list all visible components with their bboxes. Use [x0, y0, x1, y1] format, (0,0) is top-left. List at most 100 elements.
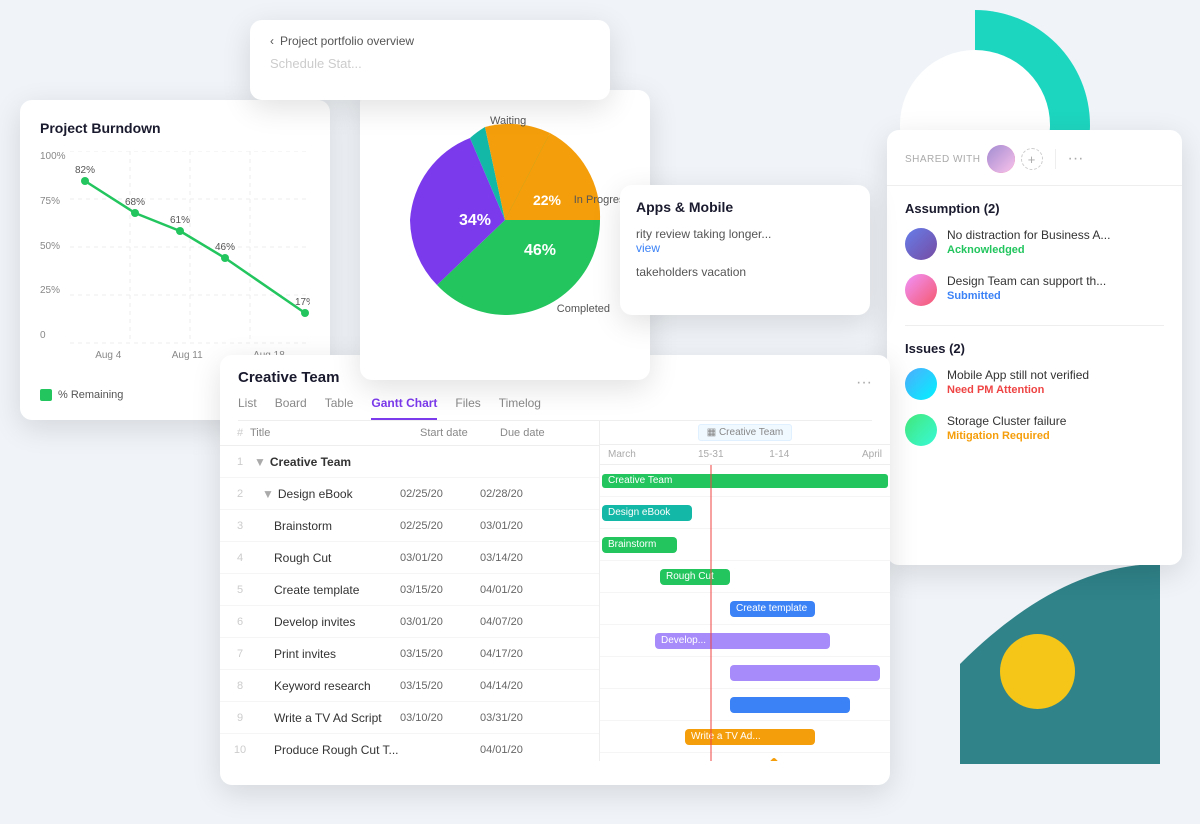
bar-create-template: Create template	[730, 601, 815, 617]
svg-text:68%: 68%	[125, 197, 145, 208]
pie-card: 34% 46% 22% Waiting In Progress Complete…	[360, 90, 650, 380]
assumption-2-status: Submitted	[947, 290, 1164, 302]
gantt-row-7: 7 Print invites 03/15/20 04/17/20	[220, 638, 599, 670]
gantt-bar-row-4: Rough Cut	[600, 561, 890, 593]
issue-1-text: Mobile App still not verified Need PM At…	[947, 368, 1164, 396]
gantt-more-button[interactable]: ···	[856, 374, 872, 392]
yellow-circle-decoration	[1000, 634, 1075, 709]
issue-2-status: Mitigation Required	[947, 430, 1164, 442]
notification-2: takeholders vacation	[636, 265, 854, 279]
assumption-item-1: No distraction for Business A... Acknowl…	[905, 228, 1164, 260]
pie-label-waiting: Waiting	[490, 115, 526, 127]
milestone-diamond	[761, 757, 786, 761]
gantt-bar-row-2: Design eBook	[600, 497, 890, 529]
shared-with-label: SHARED WITH	[905, 154, 981, 165]
gantt-tabs: List Board Table Gantt Chart Files Timel…	[238, 396, 872, 421]
notifications-card: Apps & Mobile rity review taking longer.…	[620, 185, 870, 315]
tab-list[interactable]: List	[238, 396, 257, 420]
pie-chart: 34% 46% 22% Waiting In Progress Complete…	[395, 110, 615, 330]
bar-tv-ad-script: Write a TV Ad...	[685, 729, 815, 745]
issue-2-title: Storage Cluster failure	[947, 414, 1164, 428]
divider	[1055, 149, 1056, 169]
assumption-1-status: Acknowledged	[947, 244, 1164, 256]
gantt-bar-row-5: Create template	[600, 593, 890, 625]
gantt-row-4: 4 Rough Cut 03/01/20 03/14/20	[220, 542, 599, 574]
gantt-task-list: # Title Start date Due date 1 ▼Creative …	[220, 421, 600, 761]
tab-files[interactable]: Files	[455, 396, 480, 420]
issues-title: Issues (2)	[905, 341, 1164, 356]
gantt-bar-row-3: Brainstorm	[600, 529, 890, 561]
y-axis-labels: 100% 75% 50% 25% 0	[40, 151, 66, 341]
gantt-bar-row-8	[600, 689, 890, 721]
gantt-col-headers: # Title Start date Due date	[220, 421, 599, 446]
gantt-bar-row-1: Creative Team	[600, 465, 890, 497]
bar-develop-invites: Develop...	[655, 633, 830, 649]
svg-text:17%: 17%	[295, 297, 310, 308]
bar-brainstorm: Brainstorm	[602, 537, 677, 553]
tab-board[interactable]: Board	[275, 396, 307, 420]
gantt-row-3: 3 Brainstorm 02/25/20 03/01/20	[220, 510, 599, 542]
col-due: Due date	[500, 427, 580, 439]
issue-1-status: Need PM Attention	[947, 384, 1164, 396]
svg-text:46%: 46%	[524, 242, 556, 259]
apps-panel-card: SHARED WITH + ··· Assumption (2) No dist…	[887, 130, 1182, 565]
svg-text:34%: 34%	[459, 212, 491, 229]
issue-2-text: Storage Cluster failure Mitigation Requi…	[947, 414, 1164, 442]
gantt-bars-panel: ▦ Creative Team March 15-31 1-14 April C…	[600, 421, 890, 761]
assumption-section: Assumption (2) No distraction for Busine…	[887, 186, 1182, 325]
gantt-bar-row-10	[600, 753, 890, 761]
portfolio-back-label: Project portfolio overview	[280, 34, 414, 48]
avatar-issue-1	[905, 368, 937, 400]
timeline-header: ▦ Creative Team	[600, 421, 890, 445]
gantt-bar-row-7	[600, 657, 890, 689]
tab-table[interactable]: Table	[325, 396, 354, 420]
gantt-bar-row-6: Develop...	[600, 625, 890, 657]
notification-1-link[interactable]: view	[636, 241, 854, 255]
avatar-issue-2	[905, 414, 937, 446]
issues-section: Issues (2) Mobile App still not verified…	[887, 326, 1182, 465]
bar-design-ebook: Design eBook	[602, 505, 692, 521]
col-title: Title	[250, 427, 420, 439]
issue-item-2: Storage Cluster failure Mitigation Requi…	[905, 414, 1164, 446]
add-user-button[interactable]: +	[1021, 148, 1043, 170]
gantt-row-9: 9 Write a TV Ad Script 03/10/20 03/31/20	[220, 702, 599, 734]
portfolio-back-nav[interactable]: ‹ Project portfolio overview	[270, 34, 590, 48]
more-options-button[interactable]: ···	[1068, 150, 1084, 168]
avatar-user	[987, 145, 1015, 173]
bar-print-invites	[730, 665, 880, 681]
pie-label-completed: Completed	[557, 303, 610, 315]
avatar-assumption-1	[905, 228, 937, 260]
gantt-row-8: 8 Keyword research 03/15/20 04/14/20	[220, 670, 599, 702]
svg-text:22%: 22%	[533, 192, 562, 208]
today-line	[710, 465, 712, 761]
apps-panel-header: SHARED WITH + ···	[887, 130, 1182, 186]
assumption-1-title: No distraction for Business A...	[947, 228, 1164, 242]
legend-dot	[40, 389, 52, 401]
burndown-chart: 100% 75% 50% 25% 0	[40, 151, 310, 381]
gantt-bar-row-9: Write a TV Ad...	[600, 721, 890, 753]
tab-gantt-chart[interactable]: Gantt Chart	[371, 396, 437, 420]
tab-timelog[interactable]: Timelog	[499, 396, 541, 420]
gantt-row-1: 1 ▼Creative Team	[220, 446, 599, 478]
burndown-title: Project Burndown	[40, 120, 310, 136]
gantt-row-6: 6 Develop invites 03/01/20 04/07/20	[220, 606, 599, 638]
issue-item-1: Mobile App still not verified Need PM At…	[905, 368, 1164, 400]
svg-text:61%: 61%	[170, 215, 190, 226]
assumption-title: Assumption (2)	[905, 201, 1164, 216]
group-bar: Creative Team	[602, 474, 888, 488]
pie-svg: 34% 46% 22%	[395, 110, 615, 330]
gantt-row-10: 10 Produce Rough Cut T... 04/01/20	[220, 734, 599, 761]
col-start: Start date	[420, 427, 500, 439]
assumption-item-2: Design Team can support th... Submitted	[905, 274, 1164, 306]
svg-text:46%: 46%	[215, 242, 235, 253]
timeline-header-group: ▦ Creative Team	[608, 427, 882, 438]
gantt-row-5: 5 Create template 03/15/20 04/01/20	[220, 574, 599, 606]
assumption-1-text: No distraction for Business A... Acknowl…	[947, 228, 1164, 256]
portfolio-card: ‹ Project portfolio overview Schedule St…	[250, 20, 610, 100]
assumption-2-text: Design Team can support th... Submitted	[947, 274, 1164, 302]
bar-rough-cut: Rough Cut	[660, 569, 730, 585]
portfolio-subtitle: Schedule Stat...	[270, 56, 590, 71]
gantt-row-2: 2 ▼Design eBook 02/25/20 02/28/20	[220, 478, 599, 510]
shared-with-section: SHARED WITH + ···	[905, 145, 1083, 173]
gantt-card: Creative Team ··· List Board Table Gantt…	[220, 355, 890, 785]
